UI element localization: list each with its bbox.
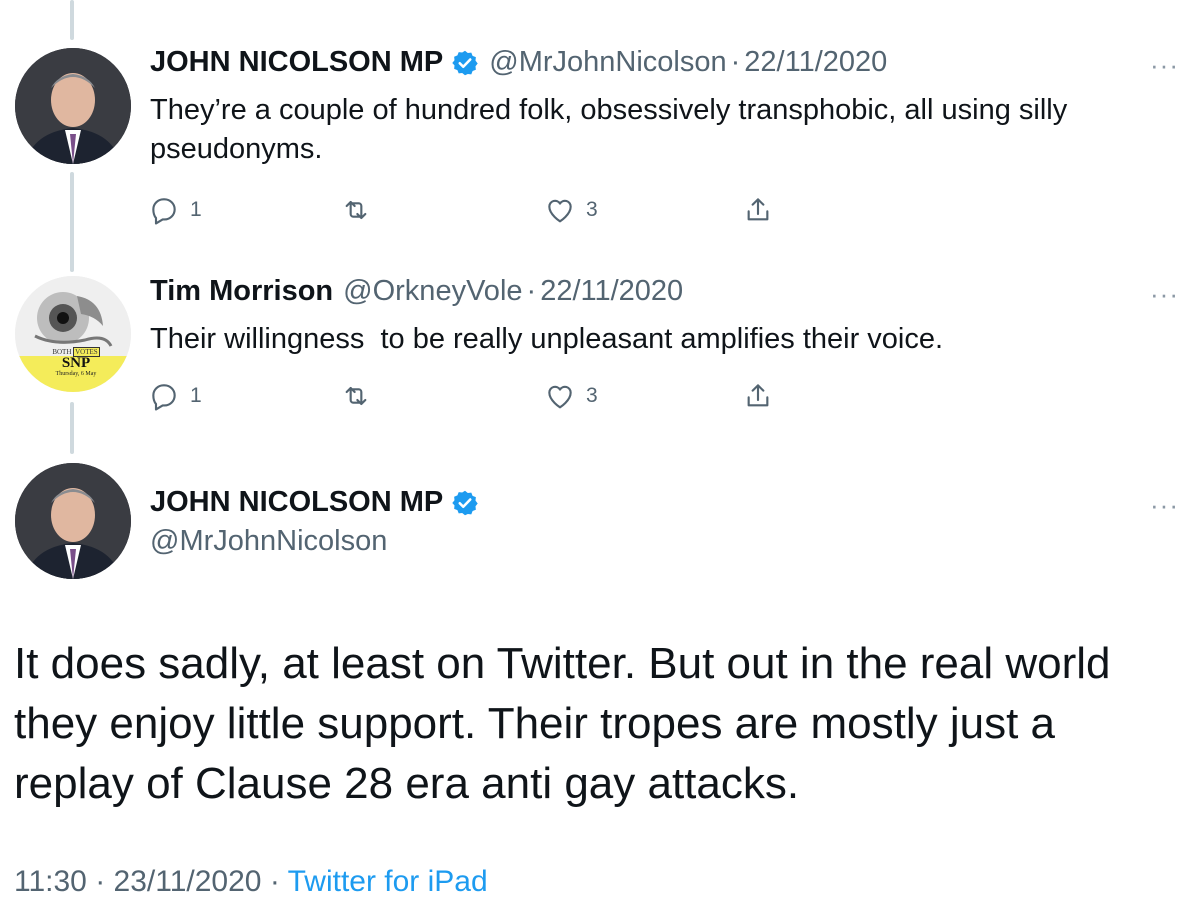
more-options-icon[interactable]: ··· [1150, 50, 1179, 81]
badge-brand: SNP [61, 355, 91, 371]
main-tweet-header: JOHN NICOLSON MP [150, 486, 479, 519]
retweet-icon [345, 386, 367, 406]
tweet-date[interactable]: 23/11/2020 [114, 865, 262, 898]
tweet-date[interactable]: 22/11/2020 [540, 275, 683, 308]
thread-line-2 [70, 402, 74, 454]
reply-icon [152, 198, 176, 225]
reply-button[interactable]: 1 [148, 194, 202, 226]
tweet-source-link[interactable]: Twitter for iPad [288, 865, 488, 898]
avatar-portrait-image [15, 48, 131, 164]
share-button[interactable] [742, 380, 774, 412]
badge-date: Thursday, 6 May [55, 371, 97, 377]
display-name[interactable]: JOHN NICOLSON MP [150, 486, 443, 519]
tweet-date[interactable]: 22/11/2020 [744, 46, 887, 79]
display-name[interactable]: JOHN NICOLSON MP [150, 46, 443, 79]
reply-button[interactable]: 1 [148, 380, 202, 412]
reply-count: 1 [190, 384, 202, 407]
separator-dot: · [95, 865, 106, 898]
verified-badge-icon [452, 490, 478, 515]
avatar-portrait-image [15, 463, 131, 579]
avatar-john-nicolson[interactable] [15, 463, 131, 579]
main-tweet-text: It does sadly, at least on Twitter. But … [14, 639, 1111, 808]
share-icon [747, 384, 769, 407]
separator-dot: · [526, 275, 537, 307]
retweet-button[interactable] [340, 194, 372, 226]
handle[interactable]: @OrkneyVole [343, 275, 522, 308]
reply-count: 1 [190, 198, 202, 221]
separator-dot: · [730, 46, 741, 78]
tweet-time[interactable]: 11:30 [14, 865, 87, 898]
retweet-button[interactable] [340, 380, 372, 412]
like-button[interactable]: 3 [544, 194, 598, 226]
share-icon [747, 198, 769, 221]
share-button[interactable] [742, 194, 774, 226]
tweet-text: They’re a couple of hundred folk, obsess… [150, 94, 1068, 165]
more-options-icon[interactable]: ··· [1150, 490, 1179, 521]
retweet-icon [345, 200, 367, 220]
avatar-tim-morrison[interactable]: BOTH VOTES SNP Thursday, 6 May [15, 276, 131, 392]
display-name[interactable]: Tim Morrison [150, 275, 333, 308]
avatar-john-nicolson[interactable] [15, 48, 131, 164]
heart-icon [548, 385, 572, 409]
tweet-1-header: JOHN NICOLSON MP @MrJohnNicolson · 22/11… [150, 46, 887, 79]
reply-icon [152, 384, 176, 411]
heart-icon [548, 199, 572, 223]
avatar-badge: BOTH VOTES SNP Thursday, 6 May [41, 347, 111, 377]
more-options-icon[interactable]: ··· [1150, 279, 1179, 310]
tweet-2-header: Tim Morrison @OrkneyVole · 22/11/2020 [150, 275, 683, 308]
handle[interactable]: @MrJohnNicolson [150, 525, 387, 558]
like-count: 3 [586, 384, 598, 407]
tweet-text: Their willingness to be really unpleasan… [150, 323, 944, 355]
verified-badge-icon [452, 50, 478, 75]
thread-line-1 [70, 172, 74, 272]
thread-line-top [70, 0, 74, 40]
handle[interactable]: @MrJohnNicolson [489, 46, 726, 79]
separator-dot: · [269, 865, 280, 898]
like-count: 3 [586, 198, 598, 221]
tweet-metadata: 11:30 · 23/11/2020 · Twitter for iPad [14, 865, 488, 899]
like-button[interactable]: 3 [544, 380, 598, 412]
